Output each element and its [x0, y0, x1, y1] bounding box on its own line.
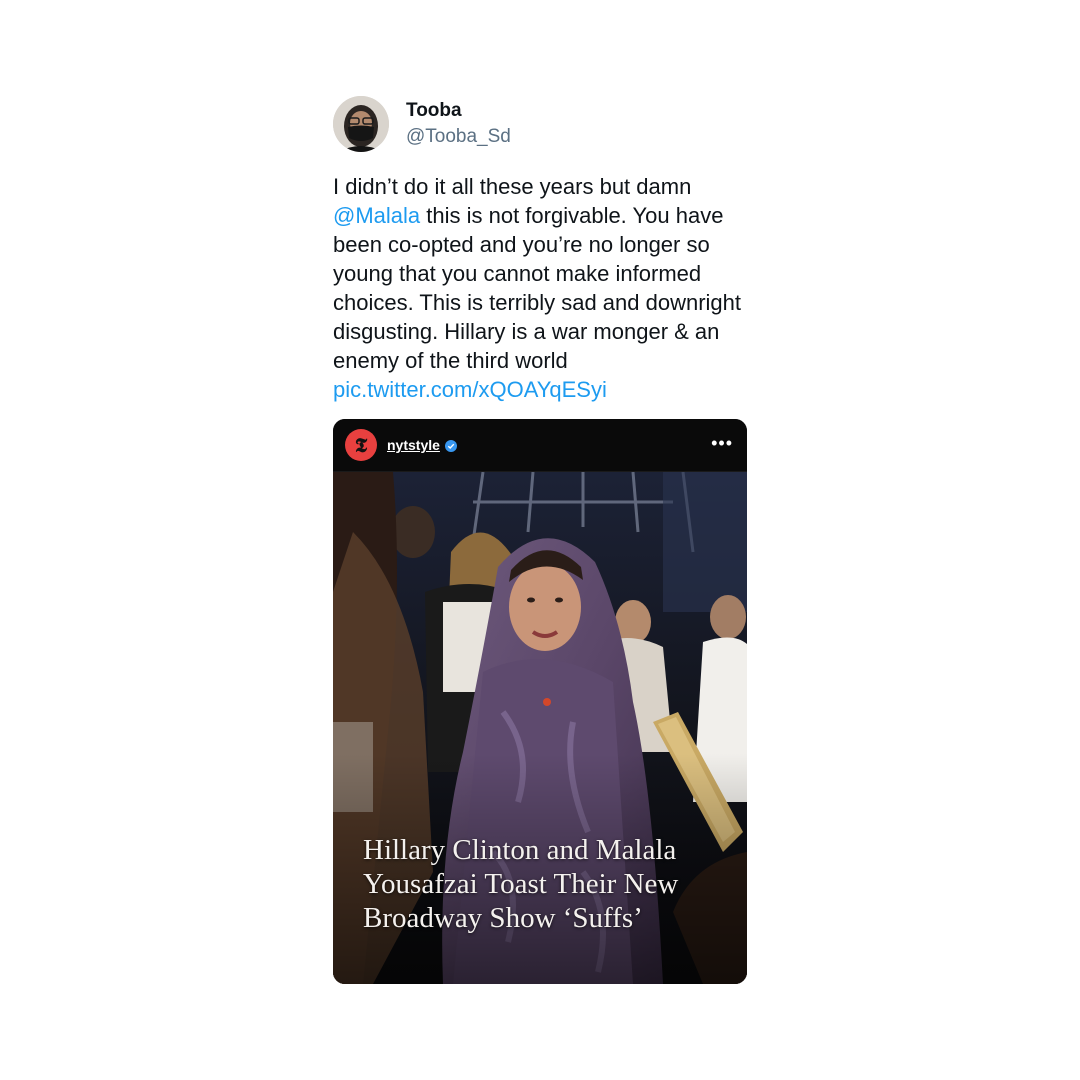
tweet-text: I didn’t do it all these years but damn …	[333, 172, 753, 404]
nyt-logo-icon[interactable]: 𝕿	[345, 429, 377, 461]
tweet-text-part: I didn’t do it all these years but damn	[333, 174, 692, 199]
verified-badge-icon	[444, 439, 457, 452]
mention-link[interactable]: @Malala	[333, 203, 420, 228]
display-name[interactable]: Tooba	[406, 99, 511, 123]
account-name[interactable]: nytstyle	[387, 437, 440, 453]
pic-link[interactable]: pic.twitter.com/xQOAYqESyi	[333, 377, 607, 402]
tweet-card: Tooba @Tooba_Sd I didn’t do it all these…	[333, 96, 753, 404]
tweet-media[interactable]: 𝕿 nytstyle ••• Hillary Clinton and Malal…	[333, 419, 747, 984]
instagram-post-header: 𝕿 nytstyle •••	[333, 419, 747, 472]
user-handle[interactable]: @Tooba_Sd	[406, 125, 511, 149]
author-names: Tooba @Tooba_Sd	[406, 99, 511, 149]
post-headline: Hillary Clinton and Malala Yousafzai Toa…	[363, 834, 679, 934]
avatar[interactable]	[333, 96, 389, 152]
tweet-text-part: this is not forgivable. You have been co…	[333, 203, 742, 373]
tweet-author[interactable]: Tooba @Tooba_Sd	[333, 96, 753, 152]
more-options-icon[interactable]: •••	[711, 433, 733, 453]
